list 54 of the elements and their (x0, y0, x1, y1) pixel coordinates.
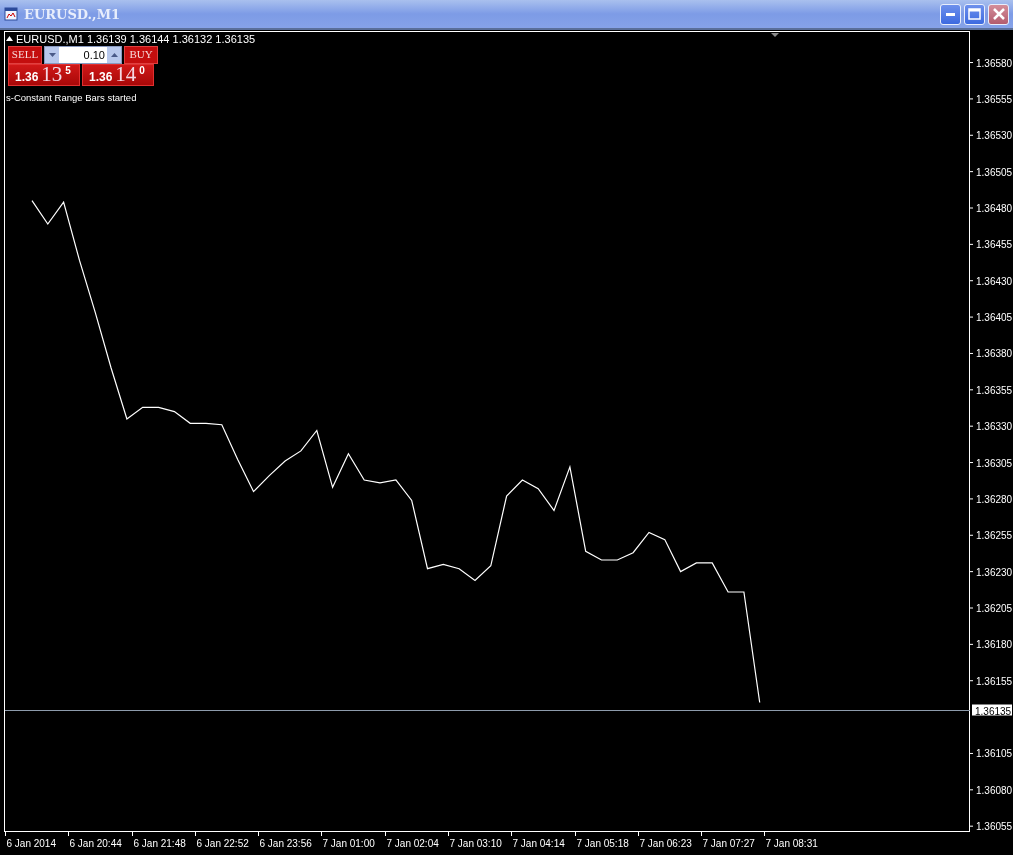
y-axis-label: 1.36105 (976, 748, 1013, 760)
y-axis-label: 1.36455 (976, 239, 1013, 251)
x-axis-label: 6 Jan 20:44 (69, 838, 122, 849)
decrease-button[interactable] (45, 47, 59, 63)
x-axis-label: 7 Jan 06:23 (639, 838, 692, 849)
y-axis-label: 1.36080 (976, 784, 1013, 796)
x-axis-label: 7 Jan 05:18 (576, 838, 629, 849)
y-axis-label: 1.36305 (976, 457, 1013, 469)
triangle-icon[interactable] (6, 36, 13, 41)
x-axis-label: 7 Jan 03:10 (449, 838, 502, 849)
y-axis-label: 1.36255 (976, 530, 1013, 542)
y-axis-label: 1.36480 (976, 203, 1013, 214)
triangle-icon (771, 33, 779, 37)
y-axis-label: 1.36055 (976, 821, 1013, 833)
window-title: EURUSD.,M1 (24, 6, 122, 22)
y-axis-label: 1.36380 (976, 348, 1013, 360)
app-icon (4, 7, 18, 21)
maximize-button[interactable] (964, 3, 985, 25)
y-axis-label: 1.36230 (976, 566, 1013, 578)
y-axis-label: 1.36205 (976, 603, 1013, 614)
lot-size-field[interactable]: 0.10 (44, 46, 122, 64)
maximize-icon (968, 8, 981, 20)
x-axis-label: 7 Jan 04:14 (512, 838, 565, 849)
sell-button[interactable]: SELL (8, 46, 42, 64)
caret-up-icon (110, 53, 118, 57)
y-axis-label: 1.36555 (976, 93, 1013, 105)
y-axis-label: 1.36405 (976, 312, 1013, 324)
buy-button[interactable]: BUY (124, 46, 158, 64)
close-icon (992, 8, 1005, 20)
x-axis-label: 6 Jan 21:48 (133, 838, 186, 849)
y-axis-label: 1.36155 (976, 675, 1013, 687)
x-axis-label: 7 Jan 08:31 (765, 838, 818, 849)
x-axis-label: 6 Jan 2014 (6, 838, 56, 849)
x-axis-label: 7 Jan 07:27 (702, 838, 755, 849)
x-axis-label: 6 Jan 23:56 (259, 838, 312, 849)
minimize-button[interactable] (940, 3, 961, 25)
y-axis-label: 1.36505 (976, 166, 1013, 178)
y-axis-label: 1.36355 (976, 384, 1013, 396)
x-axis-label: 6 Jan 22:52 (196, 838, 249, 849)
y-axis-label: 1.36180 (976, 639, 1013, 651)
status-message: s-Constant Range Bars started (6, 92, 138, 103)
y-axis-label: 1.36430 (976, 275, 1013, 287)
y-axis-label: 1.36580 (976, 57, 1013, 69)
caret-down-icon (48, 53, 56, 57)
y-axis-label: 1.36330 (976, 421, 1013, 433)
minimize-icon (946, 12, 955, 16)
y-axis-label: 1.36280 (976, 493, 1013, 505)
chart-header: EURUSD.,M1 1.36139 1.36144 1.36132 1.36135 (16, 32, 256, 45)
increase-button[interactable] (107, 47, 121, 63)
price-label: 1.36135 (972, 704, 1012, 717)
y-axis-label: 1.36530 (976, 130, 1013, 142)
x-axis-label: 7 Jan 02:04 (386, 838, 439, 849)
close-button[interactable] (988, 3, 1009, 25)
x-axis-label: 7 Jan 01:00 (322, 838, 375, 849)
